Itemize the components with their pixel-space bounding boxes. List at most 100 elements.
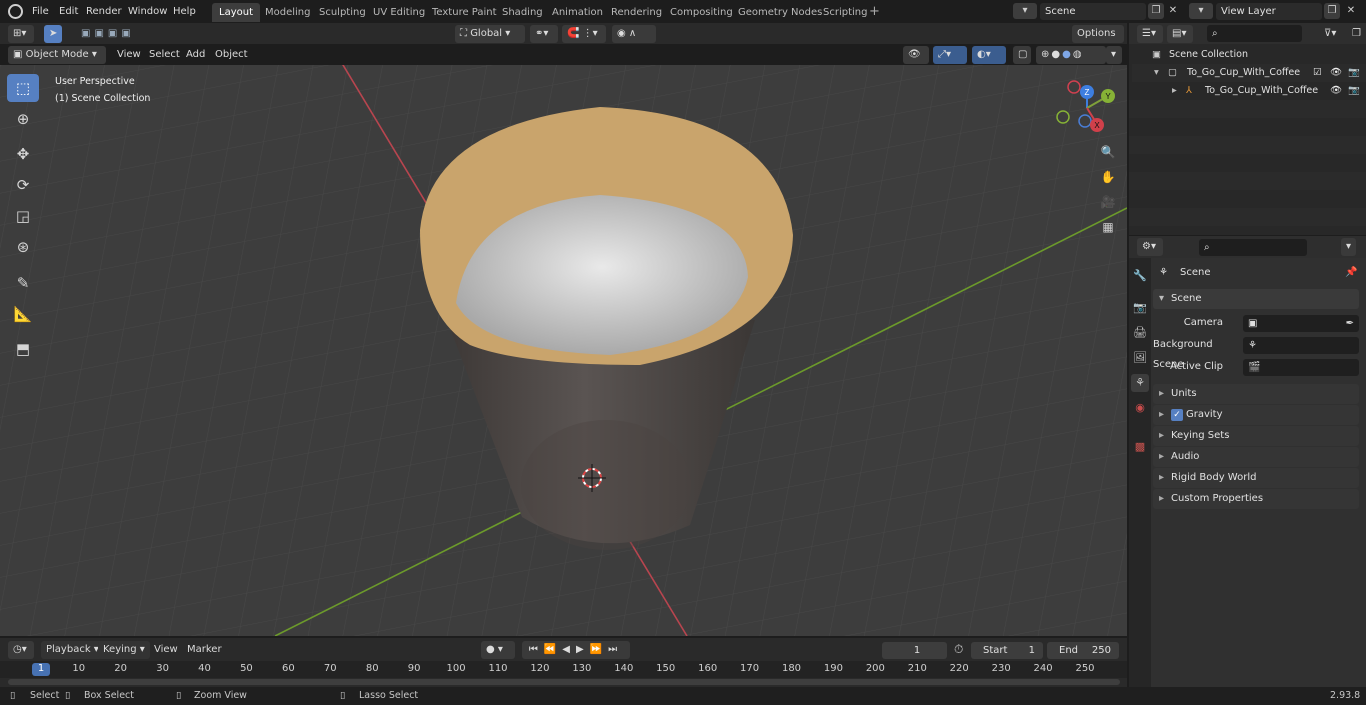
texture-tab-icon[interactable]: ▩: [1131, 438, 1149, 456]
properties-editor-icon[interactable]: ⚙▾: [1137, 238, 1163, 256]
gravity-checkbox[interactable]: ✓: [1171, 409, 1183, 421]
editor-type-icon[interactable]: ⊞▾: [8, 25, 34, 43]
new-scene-icon[interactable]: ❐: [1148, 3, 1164, 19]
visibility-eye-icon[interactable]: 👁: [1330, 64, 1342, 82]
audio-panel[interactable]: ▸ Audio: [1153, 447, 1359, 467]
auto-keying-icon[interactable]: ● ▾: [481, 641, 515, 659]
tool-move-icon[interactable]: ✥: [7, 140, 39, 168]
display-mode-icon[interactable]: ▤▾: [1167, 25, 1193, 43]
tool-transform-icon[interactable]: ⊛: [7, 233, 39, 261]
timeline-menu-marker[interactable]: Marker: [182, 641, 227, 659]
view-layer-tab-icon[interactable]: 🖼: [1131, 349, 1149, 367]
properties-options-icon[interactable]: ▾: [1341, 238, 1357, 256]
outliner-object-row[interactable]: ▸ ⅄ To_Go_Cup_With_Coffee 👁 📷: [1132, 82, 1366, 100]
select-tool-icon[interactable]: ➤: [44, 25, 62, 43]
mode-dropdown[interactable]: ▣ Object Mode ▾: [8, 46, 106, 64]
snap-icon[interactable]: 🧲 ⋮▾: [562, 25, 606, 43]
pan-view-icon[interactable]: ✋: [1097, 166, 1119, 188]
tab-shading[interactable]: Shading: [495, 3, 550, 22]
tool-annotate-icon[interactable]: ✎: [7, 269, 39, 297]
eyedropper-icon[interactable]: ✒: [1346, 315, 1354, 332]
options-dropdown[interactable]: Options ▾: [1072, 25, 1124, 57]
pivot-point-icon[interactable]: ⚭▾: [530, 25, 558, 43]
render-camera-icon[interactable]: 📷: [1348, 64, 1360, 82]
viewport-menu-select[interactable]: Select: [144, 46, 185, 64]
tab-rendering[interactable]: Rendering: [604, 3, 669, 22]
tool-rotate-icon[interactable]: ⟳: [7, 171, 39, 199]
tool-select-box-icon[interactable]: ⬚: [7, 74, 39, 102]
scene-tab-icon[interactable]: ⚘: [1131, 374, 1149, 392]
custom-properties-panel[interactable]: ▸ Custom Properties: [1153, 489, 1359, 509]
viewport-menu-view[interactable]: View: [112, 46, 146, 64]
exclude-checkbox-icon[interactable]: ☑: [1313, 64, 1322, 82]
blender-logo-icon[interactable]: [8, 4, 23, 19]
viewport-menu-object[interactable]: Object: [210, 46, 253, 64]
keying-sets-panel[interactable]: ▸ Keying Sets: [1153, 426, 1359, 446]
outliner-scene-collection[interactable]: ▣ Scene Collection: [1132, 46, 1366, 64]
tab-layout[interactable]: Layout: [212, 3, 260, 22]
menu-help[interactable]: Help: [173, 0, 196, 23]
pin-icon[interactable]: 📌: [1345, 263, 1357, 283]
timeline-editor-icon[interactable]: ◷▾: [8, 641, 34, 659]
tab-animation[interactable]: Animation: [545, 3, 610, 22]
menu-render[interactable]: Render: [86, 0, 122, 23]
preview-range-icon[interactable]: ⏱: [954, 642, 963, 657]
object-visibility-eye-icon[interactable]: 👁: [1330, 82, 1342, 100]
view-layer-browse-icon[interactable]: ▾: [1189, 3, 1213, 19]
menu-file[interactable]: File: [32, 0, 49, 23]
overlay-toggle-icon[interactable]: ◐▾: [972, 46, 1006, 64]
units-panel[interactable]: ▸ Units: [1153, 384, 1359, 404]
camera-view-icon[interactable]: 🎥: [1097, 191, 1119, 213]
world-tab-icon[interactable]: ◉: [1131, 399, 1149, 417]
view-layer-field[interactable]: View Layer: [1216, 3, 1322, 20]
properties-search-input[interactable]: ⌕: [1199, 239, 1307, 256]
scene-field[interactable]: Scene: [1040, 3, 1146, 20]
proportional-edit-icon[interactable]: ◉ ∧: [612, 25, 656, 43]
output-tab-icon[interactable]: 🖨: [1131, 324, 1149, 342]
gravity-panel[interactable]: ▸ ✓ Gravity: [1153, 405, 1359, 425]
object-render-camera-icon[interactable]: 📷: [1348, 82, 1360, 100]
tab-uv-editing[interactable]: UV Editing: [366, 3, 432, 22]
remove-view-layer-icon[interactable]: ✕: [1343, 3, 1359, 19]
playback-controls[interactable]: ⏮⏪◀▶⏩⏭: [522, 641, 630, 659]
timeline-menu-keying[interactable]: Keying ▾: [98, 641, 150, 659]
viewport-menu-add[interactable]: Add: [181, 46, 210, 64]
visibility-icon[interactable]: 👁▾: [903, 46, 929, 78]
add-workspace-icon[interactable]: +: [869, 4, 880, 20]
outliner-editor-icon[interactable]: ☰▾: [1137, 25, 1163, 43]
shading-mode-icons[interactable]: ⊕●●◍: [1036, 46, 1106, 64]
gizmo-toggle-icon[interactable]: ⤢▾: [933, 46, 967, 64]
background-scene-field[interactable]: ⚘: [1243, 337, 1359, 354]
select-mode-icons[interactable]: ▣▣▣▣: [76, 25, 162, 43]
tab-sculpting[interactable]: Sculpting: [312, 3, 373, 22]
current-frame-field[interactable]: 1: [882, 642, 947, 659]
active-clip-field[interactable]: 🎬: [1243, 359, 1359, 376]
viewport-canvas[interactable]: Z Y X: [0, 65, 1127, 636]
tool-scale-icon[interactable]: ◲: [7, 202, 39, 230]
new-view-layer-icon[interactable]: ❐: [1324, 3, 1340, 19]
filter-icon[interactable]: ⊽▾: [1319, 25, 1341, 43]
new-collection-icon[interactable]: ❐: [1347, 25, 1366, 43]
remove-scene-icon[interactable]: ✕: [1165, 3, 1181, 19]
timeline-menu-playback[interactable]: Playback ▾: [41, 641, 104, 659]
menu-edit[interactable]: Edit: [59, 0, 78, 23]
tool-cursor-icon[interactable]: ⊕: [7, 105, 39, 133]
tab-compositing[interactable]: Compositing: [663, 3, 740, 22]
tab-geometry-nodes[interactable]: Geometry Nodes: [731, 3, 829, 22]
transform-orientation-dropdown[interactable]: ⛶ Global ▾: [455, 25, 525, 43]
xray-icon[interactable]: ▢: [1013, 46, 1031, 64]
start-frame-field[interactable]: Start 1: [971, 642, 1043, 659]
zoom-view-icon[interactable]: 🔍: [1097, 141, 1119, 163]
tool-tab-icon[interactable]: 🔧: [1131, 267, 1149, 285]
menu-window[interactable]: Window: [128, 0, 167, 23]
tab-modeling[interactable]: Modeling: [258, 3, 318, 22]
camera-field[interactable]: ▣ ✒: [1243, 315, 1359, 332]
timeline-menu-view[interactable]: View: [149, 641, 183, 659]
scene-panel-header[interactable]: ▾ Scene: [1153, 289, 1359, 309]
expand-collection-icon[interactable]: ▾: [1154, 64, 1159, 82]
tab-scripting[interactable]: Scripting: [816, 3, 874, 22]
timeline-scrollbar[interactable]: [8, 679, 1120, 685]
scene-browse-icon[interactable]: ▾: [1013, 3, 1037, 19]
ortho-toggle-icon[interactable]: ▦: [1097, 216, 1119, 238]
tool-measure-icon[interactable]: 📐: [7, 300, 39, 328]
